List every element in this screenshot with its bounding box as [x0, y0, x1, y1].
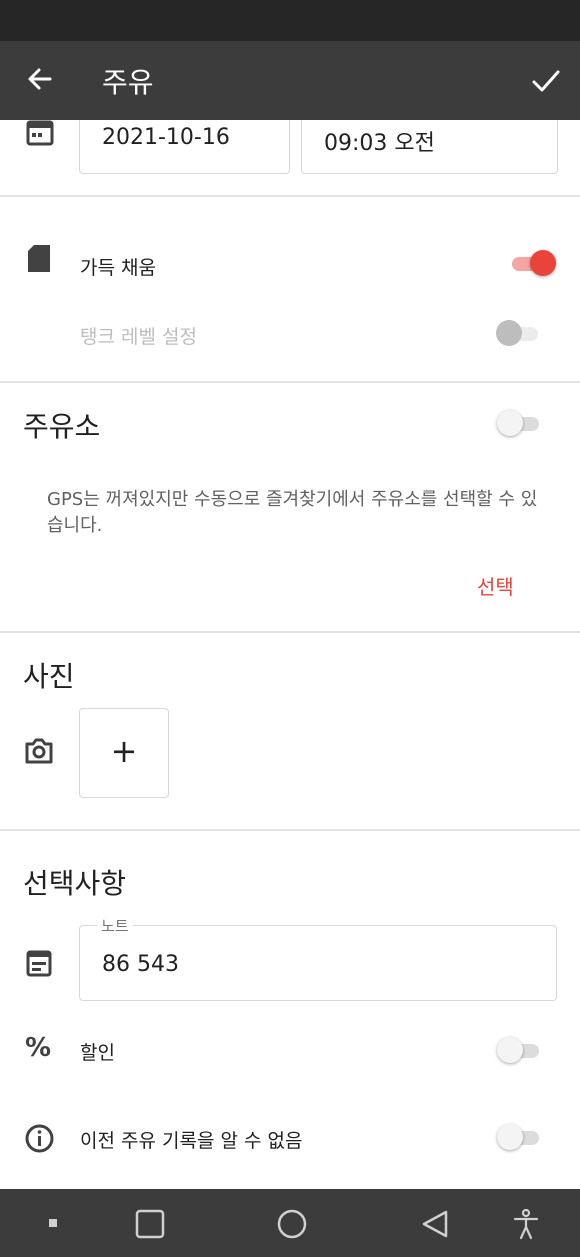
note-field[interactable]: 86 543	[79, 925, 557, 1001]
arrow-back-icon[interactable]	[24, 63, 56, 95]
switch-thumb	[497, 1037, 523, 1063]
discount-switch[interactable]	[497, 1036, 543, 1064]
note-icon	[26, 949, 52, 977]
info-icon	[25, 1124, 54, 1153]
calendar-icon	[26, 120, 54, 146]
tank-level-label: 탱크 레벨 설정	[80, 326, 197, 348]
switch-thumb	[497, 1124, 523, 1150]
time-value: 09:03 오전	[324, 131, 435, 156]
note-label: 노트	[97, 915, 133, 936]
back-triangle-icon[interactable]	[420, 1209, 450, 1239]
options-title: 선택사항	[23, 867, 127, 900]
switch-thumb	[497, 410, 523, 436]
accessibility-icon[interactable]	[513, 1208, 539, 1240]
full-fill-label: 가득 채움	[80, 257, 156, 279]
dot-icon[interactable]	[49, 1219, 57, 1227]
status-bar	[0, 0, 580, 41]
check-icon[interactable]	[530, 65, 562, 97]
divider	[0, 381, 580, 383]
date-value: 2021-10-16	[102, 125, 230, 150]
discount-label: 할인	[80, 1042, 115, 1064]
add-photo-label: +	[110, 732, 138, 770]
unknown-previous-label: 이전 주유 기록을 알 수 없음	[80, 1130, 303, 1152]
percent-icon: %	[25, 1033, 52, 1063]
switch-thumb	[530, 250, 556, 276]
tank-level-switch[interactable]	[496, 319, 542, 347]
station-title: 주유소	[23, 410, 101, 443]
recents-icon[interactable]	[135, 1209, 165, 1239]
select-station-button[interactable]: 선택	[477, 571, 514, 600]
camera-icon	[24, 738, 54, 764]
station-switch[interactable]	[497, 409, 543, 437]
gps-message: GPS는 꺼져있지만 수동으로 즐겨찾기에서 주유소를 선택할 수 있습니다.	[47, 489, 538, 536]
divider	[0, 829, 580, 831]
app-bar: 주유	[0, 41, 580, 120]
note-value: 86 543	[102, 952, 179, 977]
full-fill-switch[interactable]	[508, 249, 556, 277]
unknown-previous-switch[interactable]	[497, 1123, 543, 1151]
fuel-can-icon	[28, 245, 50, 272]
page-title: 주유	[102, 66, 154, 99]
navigation-bar	[0, 1189, 580, 1257]
home-icon[interactable]	[277, 1209, 307, 1239]
switch-thumb	[496, 320, 522, 346]
photo-title: 사진	[23, 660, 75, 693]
add-photo-button[interactable]: +	[79, 708, 169, 798]
divider	[0, 195, 580, 197]
divider	[0, 631, 580, 633]
